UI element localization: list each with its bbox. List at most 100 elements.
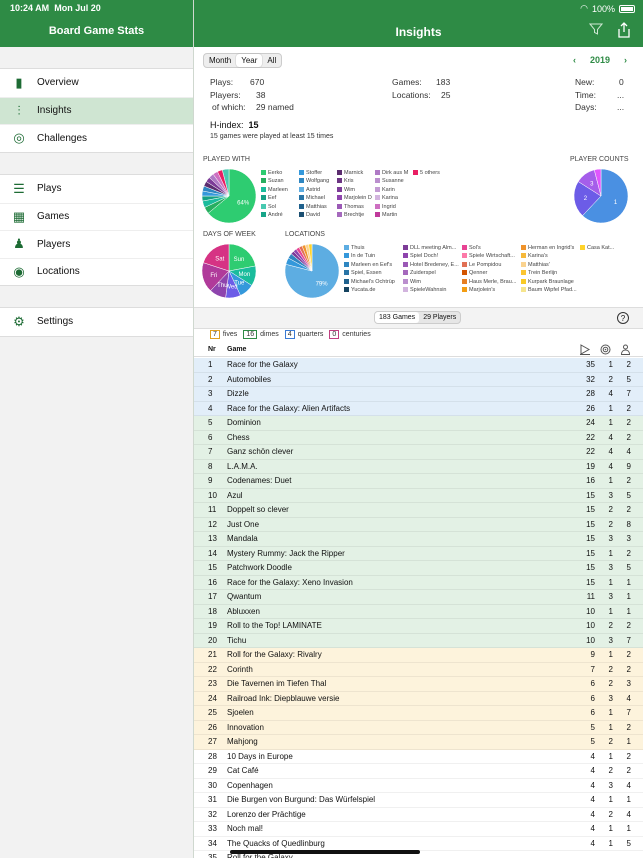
- table-row[interactable]: 22 Corinth 7 2 2: [194, 662, 643, 677]
- table-row[interactable]: 16 Race for the Galaxy: Xeno Invasion 15 1 1: [194, 575, 643, 590]
- table-row[interactable]: 33 Noch mal! 4 1 1: [194, 822, 643, 837]
- table-row[interactable]: 3 Dizzle 28 4 7: [194, 387, 643, 402]
- table-row[interactable]: 8 L.A.M.A. 19 4 9: [194, 459, 643, 474]
- help-icon[interactable]: ?: [617, 312, 629, 324]
- row-game: Race for the Galaxy: Xeno Invasion: [227, 577, 353, 587]
- filter-icon[interactable]: [588, 22, 604, 39]
- table-row[interactable]: 24 Railroad Ink: Diepblauwe versie 6 3 4: [194, 691, 643, 706]
- legend-item: Matthias': [521, 261, 580, 269]
- sidebar-item-overview[interactable]: ▮ Overview: [0, 69, 193, 97]
- sidebar-item-players[interactable]: ♟ Players: [0, 230, 193, 258]
- sidebar-item-settings[interactable]: ⚙ Settings: [0, 308, 193, 336]
- period-option-all[interactable]: All: [262, 54, 281, 67]
- row-locations: 2: [608, 766, 613, 775]
- legend-swatch: [299, 170, 304, 175]
- tab-games[interactable]: 183 Games: [375, 312, 420, 323]
- table-row[interactable]: 32 Lorenzo der Prächtige 4 2 4: [194, 807, 643, 822]
- list-tab-bar: 183 Games 29 Players ?: [194, 307, 643, 329]
- table-row[interactable]: 13 Mandala 15 3 3: [194, 532, 643, 547]
- table-row[interactable]: 14 Mystery Rummy: Jack the Ripper 15 1 2: [194, 546, 643, 561]
- sidebar-item-locations[interactable]: ◉ Locations: [0, 257, 193, 286]
- games-table: 1 Race for the Galaxy 35 1 2 2 Automobiles 32 2 5…: [194, 358, 643, 858]
- table-row[interactable]: 27 Mahjong 5 2 1: [194, 735, 643, 750]
- col-nr[interactable]: Nr: [208, 346, 216, 353]
- table-row[interactable]: 9 Codenames: Duet 16 1 2: [194, 474, 643, 489]
- players-column-icon[interactable]: [620, 344, 631, 357]
- sidebar-item-label: Settings: [37, 316, 74, 328]
- table-row[interactable]: 17 Qwantum 11 3 1: [194, 590, 643, 605]
- legend-swatch: [403, 261, 408, 267]
- table-row[interactable]: 2 Automobiles 32 2 5: [194, 372, 643, 387]
- table-row[interactable]: 29 Cat Café 4 2 2: [194, 764, 643, 779]
- table-row[interactable]: 12 Just One 15 2 8: [194, 517, 643, 532]
- table-row[interactable]: 10 Azul 15 3 5: [194, 488, 643, 503]
- table-row[interactable]: 30 Copenhagen 4 3 4: [194, 778, 643, 793]
- list-segmented-control[interactable]: 183 Games 29 Players: [374, 311, 462, 324]
- locations-column-icon[interactable]: [600, 344, 611, 357]
- row-locations: 2: [608, 505, 613, 514]
- locations-pie-chart[interactable]: 79%: [284, 243, 340, 299]
- badge-centuries: 0 centuries: [329, 330, 371, 339]
- table-row[interactable]: 7 Ganz schön clever 22 4 4: [194, 445, 643, 460]
- sidebar: ▮ Overview ⫶ Insights ◎ Challenges ☰ Plays ▦ Gam…: [0, 47, 193, 858]
- row-plays: 28: [586, 389, 595, 398]
- chevron-right-icon[interactable]: ›: [624, 55, 627, 65]
- days-of-week-header: DAYS OF WEEK: [203, 231, 256, 238]
- legend-swatch: [403, 270, 408, 276]
- row-game: Azul: [227, 490, 243, 500]
- period-segmented-control[interactable]: Month Year All: [203, 53, 283, 68]
- share-icon[interactable]: [617, 22, 631, 41]
- row-locations: 3: [608, 780, 613, 790]
- sidebar-item-insights[interactable]: ⫶ Insights: [0, 96, 193, 124]
- table-row[interactable]: 23 Die Tavernen im Tiefen Thal 6 2 3: [194, 677, 643, 692]
- table-row[interactable]: 19 Roll to the Top! LAMINATE 10 2 2: [194, 619, 643, 634]
- legend-label: Astrid: [306, 186, 321, 193]
- legend-item: Le Pompidou: [462, 261, 521, 269]
- played-with-pie-chart[interactable]: 64%: [201, 168, 257, 224]
- table-row[interactable]: 15 Patchwork Doodle 15 3 5: [194, 561, 643, 576]
- badge-label: quarters: [297, 331, 324, 338]
- legend-label: Marnick: [344, 170, 364, 176]
- table-row[interactable]: 34 The Quacks of Quedlinburg 4 1 5: [194, 836, 643, 851]
- legend-swatch: [521, 286, 526, 292]
- period-option-month[interactable]: Month: [204, 54, 236, 67]
- table-row[interactable]: 18 Abluxxen 10 1 1: [194, 604, 643, 619]
- period-option-year[interactable]: Year: [236, 54, 263, 67]
- days-of-week-pie-chart[interactable]: SunMonTueWedThuFriSat: [201, 243, 257, 299]
- table-row[interactable]: 26 Innovation 5 1 2: [194, 720, 643, 735]
- table-row[interactable]: 5 Dominion 24 1 2: [194, 416, 643, 431]
- legend-label: Wim: [410, 278, 421, 285]
- table-row[interactable]: 28 10 Days in Europe 4 1 2: [194, 749, 643, 764]
- row-plays: 6: [590, 693, 595, 703]
- legend-swatch: [403, 253, 408, 259]
- table-row[interactable]: 20 Tichu 10 3 7: [194, 633, 643, 648]
- legend-item: Sol: [261, 203, 299, 211]
- table-row[interactable]: 6 Chess 22 4 2: [194, 430, 643, 445]
- table-row[interactable]: 4 Race for the Galaxy: Alien Artifacts 26 1…: [194, 401, 643, 416]
- location-target-icon: ◉: [13, 263, 25, 279]
- row-players: 2: [626, 722, 631, 732]
- legend-swatch: [337, 203, 342, 209]
- row-locations: 1: [608, 606, 613, 616]
- row-players: 1: [626, 606, 631, 616]
- sidebar-item-games[interactable]: ▦ Games: [0, 202, 193, 231]
- table-row[interactable]: 31 Die Burgen von Burgund: Das Würfelspie…: [194, 793, 643, 808]
- legend-item: Spiele Wirtschaft...: [462, 252, 521, 260]
- sidebar-item-plays[interactable]: ☰ Plays: [0, 175, 193, 203]
- chevron-left-icon[interactable]: ‹: [573, 55, 576, 65]
- table-row[interactable]: 11 Doppelt so clever 15 2 2: [194, 503, 643, 518]
- row-players: 7: [626, 708, 631, 717]
- table-row[interactable]: 21 Roll for the Galaxy: Rivalry 9 1 2: [194, 648, 643, 663]
- col-game[interactable]: Game: [227, 346, 246, 353]
- table-row[interactable]: 25 Sjoelen 6 1 7: [194, 706, 643, 721]
- player-counts-pie-chart[interactable]: 123: [573, 168, 629, 224]
- plays-column-icon[interactable]: [579, 344, 591, 357]
- row-plays: 11: [586, 592, 595, 601]
- legend-swatch: [403, 286, 408, 292]
- sidebar-item-label: Plays: [37, 183, 62, 195]
- sidebar-item-challenges[interactable]: ◎ Challenges: [0, 124, 193, 152]
- row-locations: 1: [608, 577, 613, 587]
- tab-players[interactable]: 29 Players: [419, 312, 460, 323]
- legend-swatch: [375, 186, 380, 192]
- table-row[interactable]: 1 Race for the Galaxy 35 1 2: [194, 358, 643, 373]
